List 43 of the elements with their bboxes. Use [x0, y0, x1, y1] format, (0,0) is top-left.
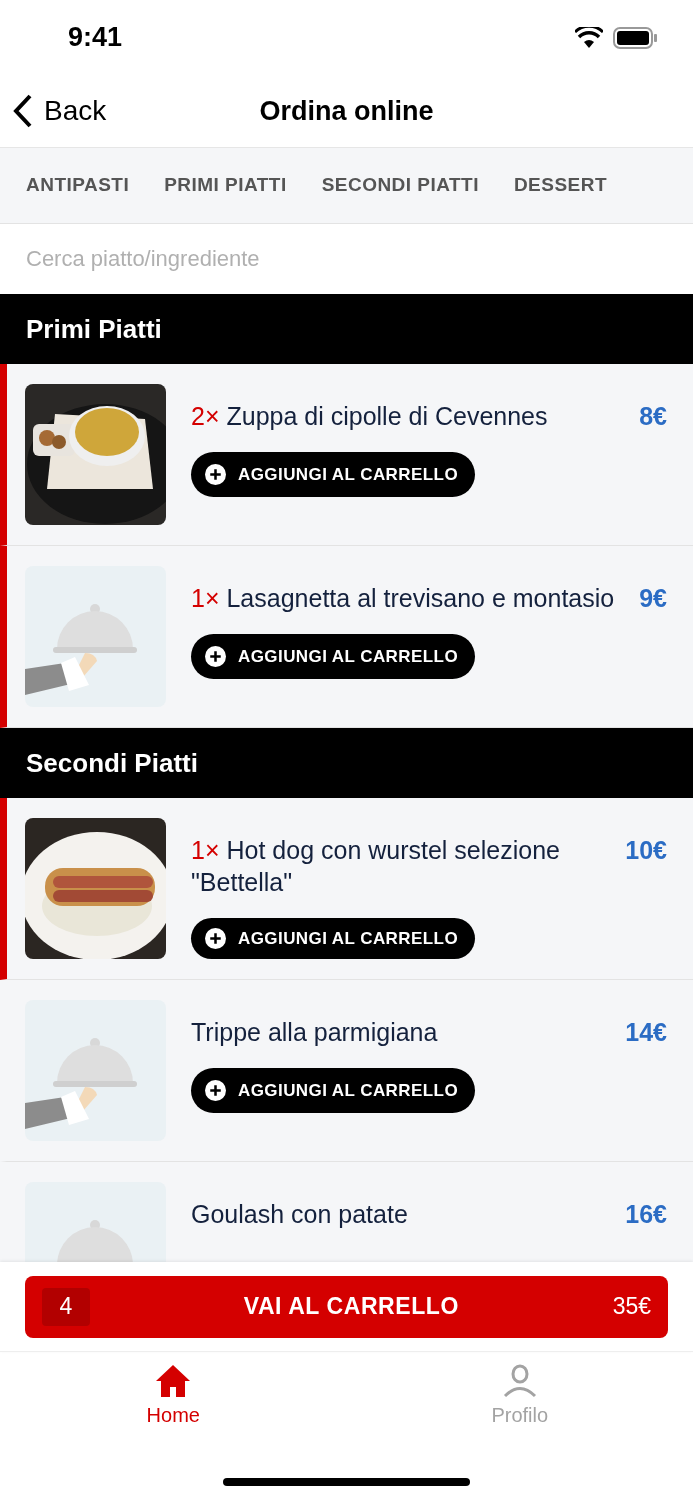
- add-to-cart-button[interactable]: AGGIUNGI AL CARRELLO: [191, 634, 476, 679]
- wifi-icon: [575, 27, 603, 48]
- dish-row[interactable]: 1× Hot dog con wurstel selezione "Bettella" 10€ AGGIUNGI AL CARRELLO: [0, 798, 693, 980]
- bottom-tab[interactable]: Home: [0, 1364, 347, 1430]
- plus-icon: [205, 646, 226, 667]
- section-header: Secondi Piatti: [0, 728, 693, 798]
- user-icon: [501, 1364, 538, 1398]
- plus-icon: [205, 928, 226, 949]
- dish-price: 9€: [639, 583, 667, 614]
- dish-name: 1× Lasagnetta al trevisano e montasio: [191, 583, 616, 614]
- dish-row[interactable]: 1× Lasagnetta al trevisano e montasio 9€ AGGIUNGI AL CARRELLO: [0, 546, 693, 728]
- dish-name: Trippe alla parmigiana: [191, 1017, 439, 1048]
- cart-label: VAI AL CARRELLO: [242, 1292, 460, 1322]
- plus-icon: [205, 464, 226, 485]
- category-tab[interactable]: PRIMI PIATTI: [164, 171, 287, 200]
- home-icon: [155, 1364, 192, 1398]
- chevron-left-icon: [12, 94, 34, 128]
- dish-row[interactable]: 2× Zuppa di cipolle di Cevennes 8€ AGGIUNGI AL CARRELLO: [0, 364, 693, 546]
- dish-name: 2× Zuppa di cipolle di Cevennes: [191, 401, 549, 432]
- dish-row[interactable]: Trippe alla parmigiana 14€ AGGIUNGI AL CARRELLO: [0, 980, 693, 1162]
- section-header: Primi Piatti: [0, 294, 693, 364]
- cart-total: 35€: [612, 1292, 651, 1322]
- dish-name: Goulash con patate: [191, 1199, 409, 1230]
- add-to-cart-button[interactable]: AGGIUNGI AL CARRELLO: [191, 452, 476, 497]
- status-time: 9:41: [68, 21, 123, 55]
- battery-icon: [613, 26, 657, 49]
- page-title: Ordina online: [259, 94, 434, 128]
- back-button[interactable]: Back: [12, 90, 107, 132]
- dish-price: 8€: [639, 401, 667, 432]
- add-to-cart-button[interactable]: AGGIUNGI AL CARRELLO: [191, 918, 476, 959]
- category-tab[interactable]: SECONDI PIATTI: [321, 171, 479, 200]
- dish-name: 1× Hot dog con wurstel selezione "Bettella": [191, 835, 561, 898]
- add-to-cart-button[interactable]: AGGIUNGI AL CARRELLO: [191, 1068, 476, 1113]
- dish-price: 16€: [625, 1199, 667, 1230]
- cart-count: 4: [42, 1287, 90, 1326]
- search-field[interactable]: Cerca piatto/ingrediente: [0, 224, 693, 294]
- dish-price: 14€: [625, 1017, 667, 1048]
- category-tab[interactable]: DESSERT: [513, 171, 607, 200]
- dish-row[interactable]: Goulash con patate 16€: [0, 1162, 693, 1262]
- dish-price: 10€: [625, 835, 667, 866]
- plus-icon: [205, 1080, 226, 1101]
- go-to-cart-button[interactable]: 4 VAI AL CARRELLO 35€: [25, 1275, 668, 1338]
- category-tab[interactable]: ANTIPASTI: [26, 171, 130, 200]
